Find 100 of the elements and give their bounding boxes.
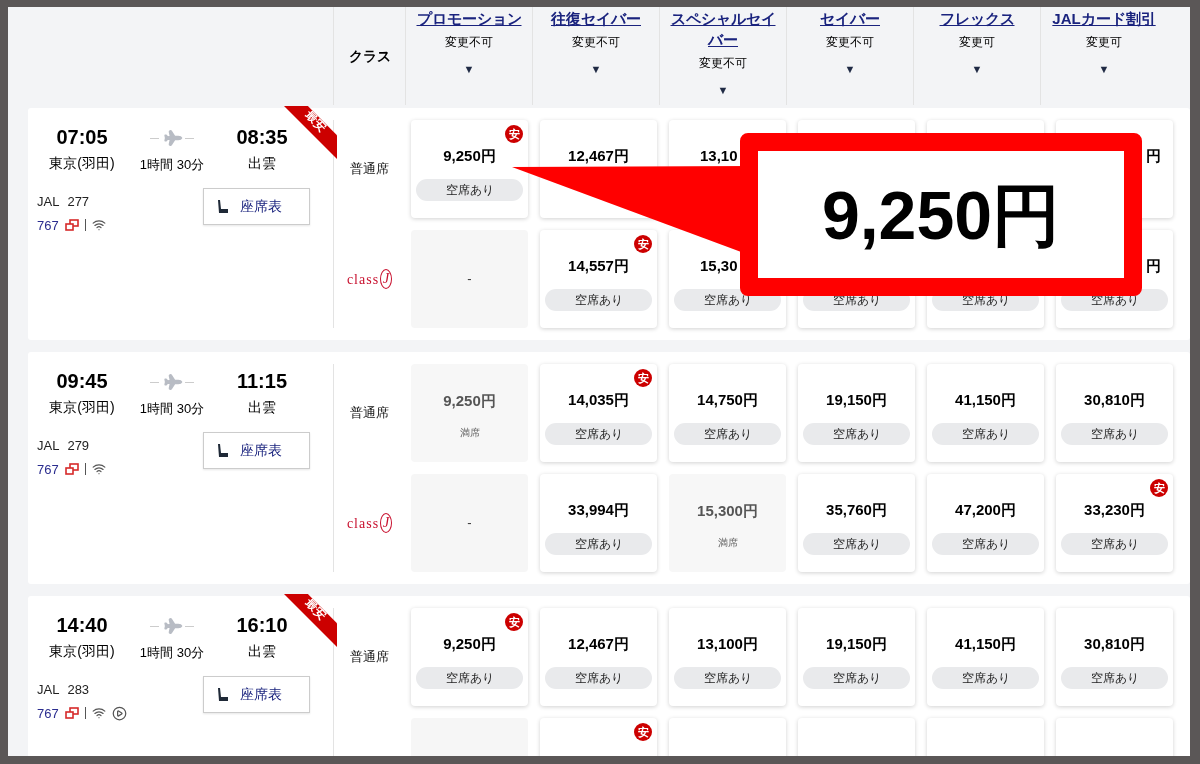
fare-text: 19,150円 xyxy=(826,633,887,654)
class-label: 普通席 xyxy=(350,648,389,667)
video-icon xyxy=(111,705,127,721)
fare-text: 円 xyxy=(1146,255,1161,276)
status-pill: 空席あり xyxy=(545,667,652,689)
fare-text: 33,994円 xyxy=(568,499,629,520)
fare-type-link[interactable]: プロモーション xyxy=(416,8,522,29)
status-pill: 空席あり xyxy=(932,423,1039,445)
fare-text: 14,557円 xyxy=(568,255,629,276)
status-pill: 空席あり xyxy=(803,667,910,689)
sort-toggle[interactable]: ▼ xyxy=(590,61,602,78)
status-text: 満席 xyxy=(717,535,738,550)
wifi-icon xyxy=(91,462,106,477)
fare-cell[interactable]: 14,750円 空席あり xyxy=(669,364,786,462)
airline-code: JAL xyxy=(37,681,60,699)
fare-cell[interactable]: 30,810円 空席あり xyxy=(1056,608,1173,706)
fare-text: 41,150円 xyxy=(955,633,1016,654)
wifi-icon xyxy=(91,218,106,233)
status-pill: 空席あり xyxy=(416,179,523,201)
fare-cell[interactable]: 13,100円 空席あり xyxy=(669,608,786,706)
cheap-badge: 安 xyxy=(1150,479,1168,497)
aircraft-type[interactable]: 767 xyxy=(37,703,59,723)
fare-cell[interactable]: 安 9,250円 空席あり xyxy=(411,608,528,706)
arrival-time: 11:15 xyxy=(235,369,289,393)
sort-toggle[interactable]: ▼ xyxy=(1098,61,1110,78)
fare-text: - xyxy=(467,270,472,289)
sort-toggle[interactable]: ▼ xyxy=(717,82,729,99)
fare-type-link[interactable]: スペシャルセイバー xyxy=(668,8,778,50)
fare-cell[interactable]: 33,994円 空席あり xyxy=(540,474,657,572)
flight-number: 283 xyxy=(67,681,90,699)
screens-icon xyxy=(64,463,79,476)
cheap-badge: 安 xyxy=(634,235,652,253)
status-pill: 空席あり xyxy=(545,423,652,445)
fare-type-link[interactable]: フレックス xyxy=(939,8,1015,29)
status-pill: 空席あり xyxy=(932,667,1039,689)
fare-cell[interactable]: 安 14,557円 空席あり xyxy=(540,230,657,328)
cheap-badge: 安 xyxy=(505,613,523,631)
status-pill: 空席あり xyxy=(545,289,652,311)
screens-icon xyxy=(64,707,79,720)
fare-cell[interactable]: 安 33,230円 空席あり xyxy=(1056,474,1173,572)
departure-time: 09:45 xyxy=(55,369,109,393)
cheap-badge: 安 xyxy=(634,369,652,387)
arrival-airport: 出雲 xyxy=(247,642,277,661)
change-rule-text: 変更可 xyxy=(959,34,995,51)
seat-icon xyxy=(216,686,230,703)
class-j-logo: class J xyxy=(346,512,393,534)
change-rule-text: 変更不可 xyxy=(572,34,620,51)
seat-map-button[interactable]: 座席表 xyxy=(203,432,310,469)
class-j-logo: class J xyxy=(346,268,393,290)
fare-type-link[interactable]: JALカード割引 xyxy=(1052,8,1156,29)
screens-icon xyxy=(64,219,79,232)
seat-map-button[interactable]: 座席表 xyxy=(203,676,310,713)
fare-cell[interactable]: 安 9,250円 空席あり xyxy=(411,120,528,218)
status-pill: 空席あり xyxy=(803,533,910,555)
aircraft-type[interactable]: 767 xyxy=(37,459,59,479)
sort-toggle[interactable]: ▼ xyxy=(971,61,983,78)
fare-text: 30,810円 xyxy=(1084,389,1145,410)
class-header: クラス xyxy=(348,46,391,66)
sort-toggle[interactable]: ▼ xyxy=(463,61,475,78)
fare-cell[interactable]: 47,200円 空席あり xyxy=(927,474,1044,572)
fare-text: 13,100円 xyxy=(697,633,758,654)
status-pill: 空席あり xyxy=(932,533,1039,555)
fare-cell[interactable]: 安 xyxy=(540,718,657,756)
change-rule-text: 変更不可 xyxy=(826,34,874,51)
fare-cell[interactable]: 12,467円 空席あり xyxy=(540,608,657,706)
fare-text: 15,300円 xyxy=(697,501,758,521)
flight-duration: 1時間 30分 xyxy=(138,643,206,662)
fare-text: 14,750円 xyxy=(697,389,758,410)
fare-cell[interactable]: 安 14,035円 空席あり xyxy=(540,364,657,462)
status-pill: 空席あり xyxy=(545,533,652,555)
fare-cell[interactable]: 35,760円 空席あり xyxy=(798,474,915,572)
fare-cell[interactable]: 41,150円 空席あり xyxy=(927,608,1044,706)
fare-type-link[interactable]: セイバー xyxy=(820,8,880,29)
cheap-badge: 安 xyxy=(505,125,523,143)
departure-airport: 東京(羽田) xyxy=(48,398,116,417)
departure-airport: 東京(羽田) xyxy=(48,642,116,661)
cheap-badge: 安 xyxy=(634,723,652,741)
fare-type-link[interactable]: 往復セイバー xyxy=(551,8,641,29)
fare-text: 30,810円 xyxy=(1084,633,1145,654)
seat-map-button[interactable]: 座席表 xyxy=(203,188,310,225)
fare-cell[interactable]: 41,150円 空席あり xyxy=(927,364,1044,462)
aircraft-type[interactable]: 767 xyxy=(37,215,59,235)
flight-duration: 1時間 30分 xyxy=(138,155,206,174)
sort-toggle[interactable]: ▼ xyxy=(844,61,856,78)
fare-cell[interactable]: 19,150円 空席あり xyxy=(798,608,915,706)
departure-time: 14:40 xyxy=(55,613,109,637)
change-rule-text: 変更不可 xyxy=(445,34,493,51)
fare-text: 円 xyxy=(1146,145,1161,166)
status-pill: 空席あり xyxy=(1061,667,1168,689)
fare-cell[interactable]: 19,150円 空席あり xyxy=(798,364,915,462)
class-label: 普通席 xyxy=(350,160,389,179)
class-label: 普通席 xyxy=(350,404,389,423)
status-text: 満席 xyxy=(459,425,480,440)
status-pill: 空席あり xyxy=(803,423,910,445)
seat-icon xyxy=(216,442,230,459)
fare-cell[interactable]: 30,810円 空席あり xyxy=(1056,364,1173,462)
status-pill: 空席あり xyxy=(1061,533,1168,555)
callout-text: 9,250円 xyxy=(821,180,1061,249)
fare-text: 13,10 xyxy=(700,145,738,166)
fare-text: 9,250円 xyxy=(443,145,496,166)
